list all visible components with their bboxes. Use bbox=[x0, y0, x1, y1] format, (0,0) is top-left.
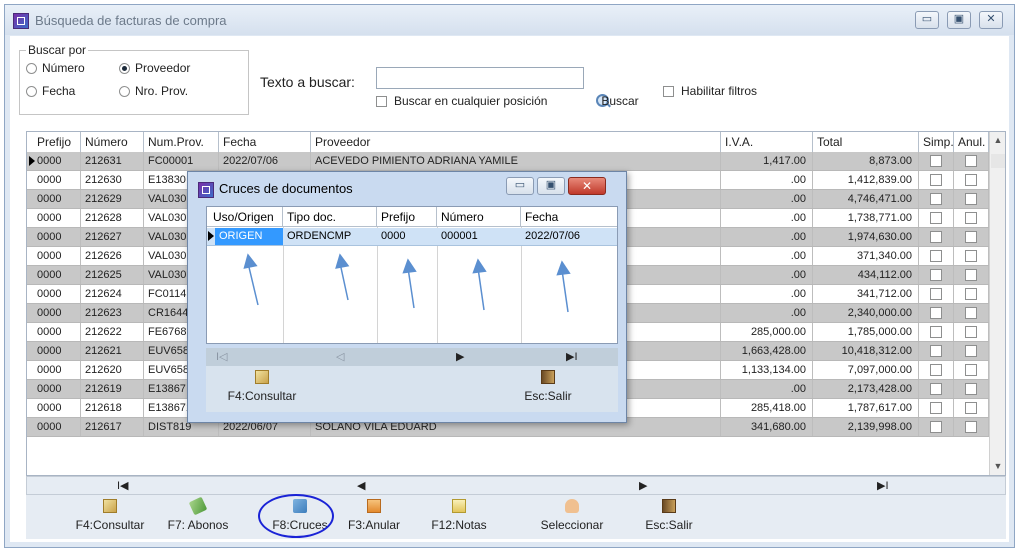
annotation-arrow-head bbox=[402, 258, 417, 274]
annotation-arrow-line bbox=[477, 267, 485, 311]
annotation-arrow-line bbox=[561, 269, 569, 313]
annotation-arrow-head bbox=[472, 258, 487, 274]
annotation-arrow-head bbox=[243, 253, 258, 269]
annotation-arrow-head bbox=[335, 253, 350, 269]
annotation-arrows bbox=[243, 253, 571, 313]
annotation-arrow-head bbox=[556, 260, 571, 276]
annotation-arrow-line bbox=[407, 267, 415, 309]
annotation-arrow-line bbox=[247, 262, 259, 306]
annotation-arrow-line bbox=[339, 262, 349, 301]
